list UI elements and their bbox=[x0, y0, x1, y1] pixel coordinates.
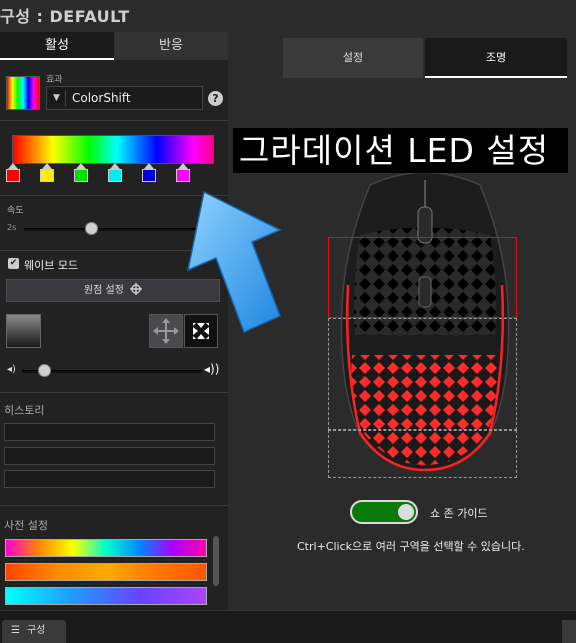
volume-low-icon: ◂) bbox=[7, 364, 16, 375]
gradient-stop-handle[interactable] bbox=[74, 163, 88, 183]
speed-label: 속도 bbox=[7, 206, 24, 216]
speed-min-label: 2s bbox=[7, 223, 17, 232]
wave-mode-checkbox[interactable]: ✔ bbox=[8, 258, 19, 269]
presets-scrollbar[interactable] bbox=[213, 536, 219, 586]
tab-lighting[interactable]: 조명 bbox=[425, 38, 567, 78]
color-swatch[interactable] bbox=[6, 314, 41, 348]
multi-select-hint: Ctrl+Click으로 여러 구역을 선택할 수 있습니다. bbox=[297, 540, 525, 553]
lighting-zone-middle[interactable] bbox=[328, 318, 517, 430]
wave-mode-label: 웨이브 모드 bbox=[24, 259, 79, 272]
divider bbox=[0, 505, 228, 506]
divider bbox=[0, 392, 228, 393]
history-slot[interactable] bbox=[4, 447, 215, 465]
tab-settings[interactable]: 설정 bbox=[283, 38, 423, 78]
toggle-knob bbox=[398, 504, 414, 520]
presets-label: 사전 설정 bbox=[4, 519, 48, 532]
volume-high-icon: ◂)) bbox=[204, 362, 220, 376]
list-icon: ☰ bbox=[11, 625, 20, 636]
volume-slider-knob[interactable] bbox=[37, 364, 51, 377]
bottom-bar: ☰ 구성 bbox=[0, 610, 576, 643]
lighting-zone-top[interactable] bbox=[328, 237, 517, 318]
gradient-stop-handle[interactable] bbox=[40, 163, 54, 183]
annotation-title: 그라데이션 LED 설정 bbox=[233, 128, 568, 173]
history-slot[interactable] bbox=[4, 423, 215, 441]
help-icon[interactable]: ? bbox=[208, 91, 223, 106]
top-bar: 구성 : DEFAULT bbox=[0, 0, 576, 32]
lighting-zone-bottom[interactable] bbox=[328, 430, 517, 478]
gradient-stop-handle[interactable] bbox=[108, 163, 122, 183]
speed-slider-knob[interactable] bbox=[84, 222, 98, 235]
crosshair-icon bbox=[130, 283, 143, 295]
corner-button[interactable] bbox=[562, 620, 576, 643]
tab-reactive[interactable]: 반응 bbox=[114, 32, 228, 60]
set-origin-label: 원점 설정 bbox=[83, 285, 124, 296]
gradient-bar[interactable] bbox=[12, 135, 214, 164]
gradient-stop-handle[interactable] bbox=[142, 163, 156, 183]
config-title: 구성 : DEFAULT bbox=[0, 7, 130, 26]
effect-color-swatch[interactable] bbox=[6, 76, 40, 110]
preset-swatch[interactable] bbox=[5, 563, 207, 581]
preset-swatch[interactable] bbox=[5, 539, 207, 557]
preset-swatch[interactable] bbox=[5, 587, 207, 605]
config-button[interactable]: ☰ 구성 bbox=[2, 620, 66, 643]
effect-dropdown[interactable]: ▼ ColorShift bbox=[46, 86, 203, 110]
effect-dropdown-value: ColorShift bbox=[72, 91, 131, 105]
annotation-arrow-icon bbox=[186, 190, 282, 334]
tab-active[interactable]: 활성 bbox=[0, 32, 114, 60]
zone-guide-toggle[interactable] bbox=[350, 500, 418, 524]
effect-label: 효과 bbox=[46, 75, 63, 85]
history-slot[interactable] bbox=[4, 470, 215, 488]
divider bbox=[0, 120, 228, 121]
zone-guide-label: 쇼 존 가이드 bbox=[430, 507, 488, 520]
dropdown-caret-icon: ▼ bbox=[53, 93, 60, 103]
gradient-stop-handle[interactable] bbox=[6, 163, 20, 183]
history-label: 히스토리 bbox=[4, 404, 45, 417]
config-button-label: 구성 bbox=[26, 625, 46, 636]
